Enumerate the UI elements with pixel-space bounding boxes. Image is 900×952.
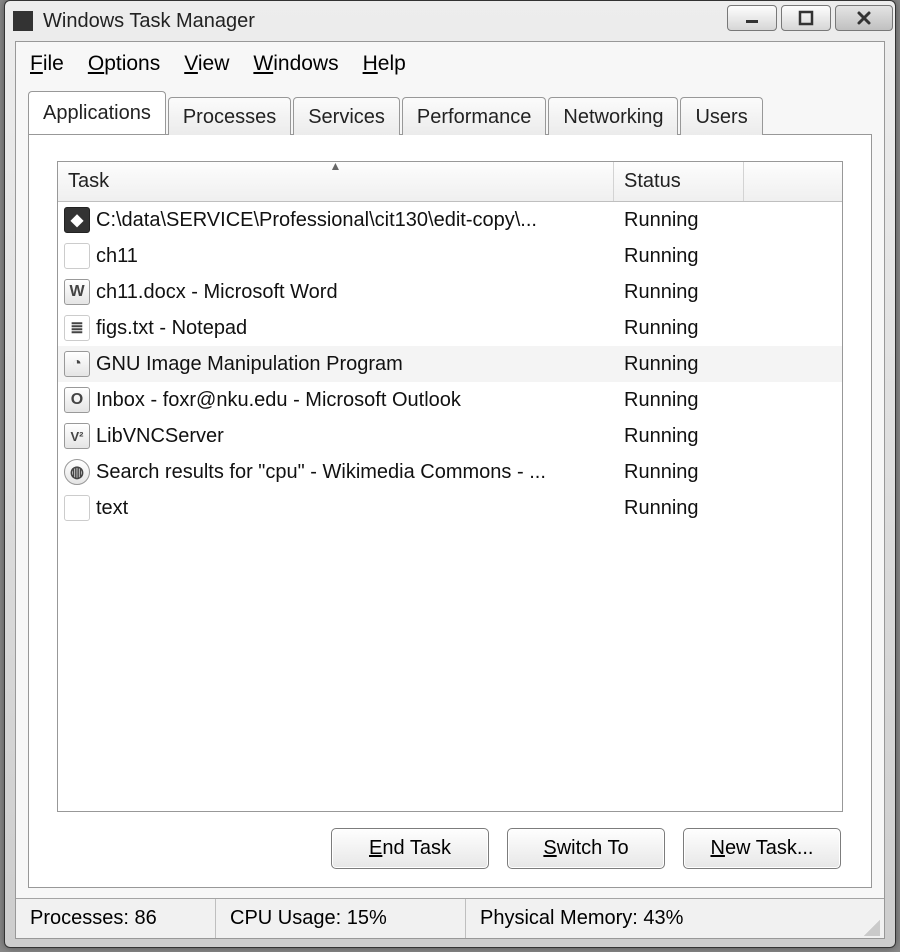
column-task[interactable]: Task ▲	[58, 162, 614, 201]
task-row[interactable]: ◍ Search results for "cpu" - Wikimedia Co…	[58, 454, 842, 490]
menu-file[interactable]: File	[30, 52, 64, 76]
status-cell: Running	[614, 353, 744, 376]
menubar: File Options View Windows Help	[16, 42, 884, 84]
task-row[interactable]: O Inbox - foxr@nku.edu - Microsoft Outloo…	[58, 382, 842, 418]
minimize-button[interactable]	[727, 5, 777, 31]
applications-tab-page: Task ▲ Status ◆ C:\data\SERVICE\Professio…	[28, 134, 872, 888]
task-row[interactable]: Wch11.docx - Microsoft WordRunning	[58, 274, 842, 310]
task-row[interactable]: ch11 Running	[58, 238, 842, 274]
task-row[interactable]: text Running	[58, 490, 842, 526]
status-cell: Running	[614, 461, 744, 484]
task-name: Search results for "cpu" - Wikimedia Com…	[96, 461, 546, 484]
task-cell: V² LibVNCServer	[58, 423, 614, 449]
gimp-icon: ◔	[64, 351, 90, 377]
titlebar[interactable]: Windows Task Manager	[5, 1, 895, 41]
task-name: C:\data\SERVICE\Professional\cit130\edit…	[96, 209, 537, 232]
new-task-button[interactable]: New Task...	[683, 828, 841, 869]
status-cell: Running	[614, 317, 744, 340]
close-icon	[855, 9, 873, 27]
applications-listview[interactable]: Task ▲ Status ◆ C:\data\SERVICE\Professio…	[57, 161, 843, 812]
tab-networking[interactable]: Networking	[548, 97, 678, 135]
column-spacer	[744, 162, 842, 201]
listview-header: Task ▲ Status	[58, 162, 842, 202]
status-cell: Running	[614, 497, 744, 520]
word-icon: W	[64, 279, 90, 305]
task-cell: text	[58, 495, 614, 521]
outlook-icon: O	[64, 387, 90, 413]
minimize-icon	[743, 9, 761, 27]
task-cell: ch11	[58, 243, 614, 269]
menu-view[interactable]: View	[184, 52, 229, 76]
folder-icon	[64, 495, 90, 521]
task-name: ch11.docx - Microsoft Word	[96, 281, 338, 304]
tab-performance[interactable]: Performance	[402, 97, 547, 135]
maximize-icon	[797, 9, 815, 27]
listview-body: ◆ C:\data\SERVICE\Professional\cit130\edi…	[58, 202, 842, 811]
tab-applications[interactable]: Applications	[28, 91, 166, 134]
statusbar: Processes: 86 CPU Usage: 15% Physical Me…	[16, 898, 884, 938]
task-name: text	[96, 497, 128, 520]
switch-to-button[interactable]: Switch To	[507, 828, 665, 869]
task-row[interactable]: V² LibVNCServer Running	[58, 418, 842, 454]
status-cell: Running	[614, 425, 744, 448]
status-cpu: CPU Usage: 15%	[216, 899, 466, 938]
status-processes: Processes: 86	[16, 899, 216, 938]
status-cell: Running	[614, 281, 744, 304]
menu-help[interactable]: Help	[363, 52, 406, 76]
diamond-icon: ◆	[64, 207, 90, 233]
task-row[interactable]: ◔ GNU Image Manipulation Program Running	[58, 346, 842, 382]
app-icon	[13, 11, 33, 31]
task-cell: ◔ GNU Image Manipulation Program	[58, 351, 614, 377]
notepad-icon: ≣	[64, 315, 90, 341]
tab-users[interactable]: Users	[680, 97, 762, 135]
tab-area: Applications Processes Services Performa…	[28, 90, 872, 888]
browser-icon: ◍	[64, 459, 90, 485]
tab-processes[interactable]: Processes	[168, 97, 291, 135]
menu-options[interactable]: Options	[88, 52, 160, 76]
task-row[interactable]: ◆ C:\data\SERVICE\Professional\cit130\edi…	[58, 202, 842, 238]
status-cell: Running	[614, 389, 744, 412]
window-title: Windows Task Manager	[43, 10, 727, 33]
column-status[interactable]: Status	[614, 162, 744, 201]
task-cell: ◍ Search results for "cpu" - Wikimedia Co…	[58, 459, 614, 485]
task-name: ch11	[96, 245, 138, 268]
task-row[interactable]: ≣ figs.txt - Notepad Running	[58, 310, 842, 346]
button-row: End Task Switch To New Task...	[57, 812, 843, 873]
task-manager-window: Windows Task Manager File Options View W…	[4, 0, 896, 948]
status-cell: Running	[614, 245, 744, 268]
task-cell: ◆ C:\data\SERVICE\Professional\cit130\edi…	[58, 207, 614, 233]
task-name: GNU Image Manipulation Program	[96, 353, 403, 376]
tabstrip: Applications Processes Services Performa…	[28, 90, 872, 134]
status-memory: Physical Memory: 43%	[466, 899, 884, 938]
folder-icon	[64, 243, 90, 269]
window-controls	[727, 5, 893, 31]
sort-indicator-icon: ▲	[330, 159, 342, 173]
resize-grip-icon[interactable]	[864, 920, 880, 936]
status-cell: Running	[614, 209, 744, 232]
task-cell: O Inbox - foxr@nku.edu - Microsoft Outloo…	[58, 387, 614, 413]
end-task-button[interactable]: End Task	[331, 828, 489, 869]
task-name: Inbox - foxr@nku.edu - Microsoft Outlook	[96, 389, 461, 412]
task-name: figs.txt - Notepad	[96, 317, 247, 340]
task-name: LibVNCServer	[96, 425, 224, 448]
close-button[interactable]	[835, 5, 893, 31]
vnc-icon: V²	[64, 423, 90, 449]
menu-windows[interactable]: Windows	[253, 52, 338, 76]
task-cell: Wch11.docx - Microsoft Word	[58, 279, 614, 305]
tab-services[interactable]: Services	[293, 97, 400, 135]
maximize-button[interactable]	[781, 5, 831, 31]
task-cell: ≣ figs.txt - Notepad	[58, 315, 614, 341]
client-area: File Options View Windows Help Applicati…	[15, 41, 885, 939]
